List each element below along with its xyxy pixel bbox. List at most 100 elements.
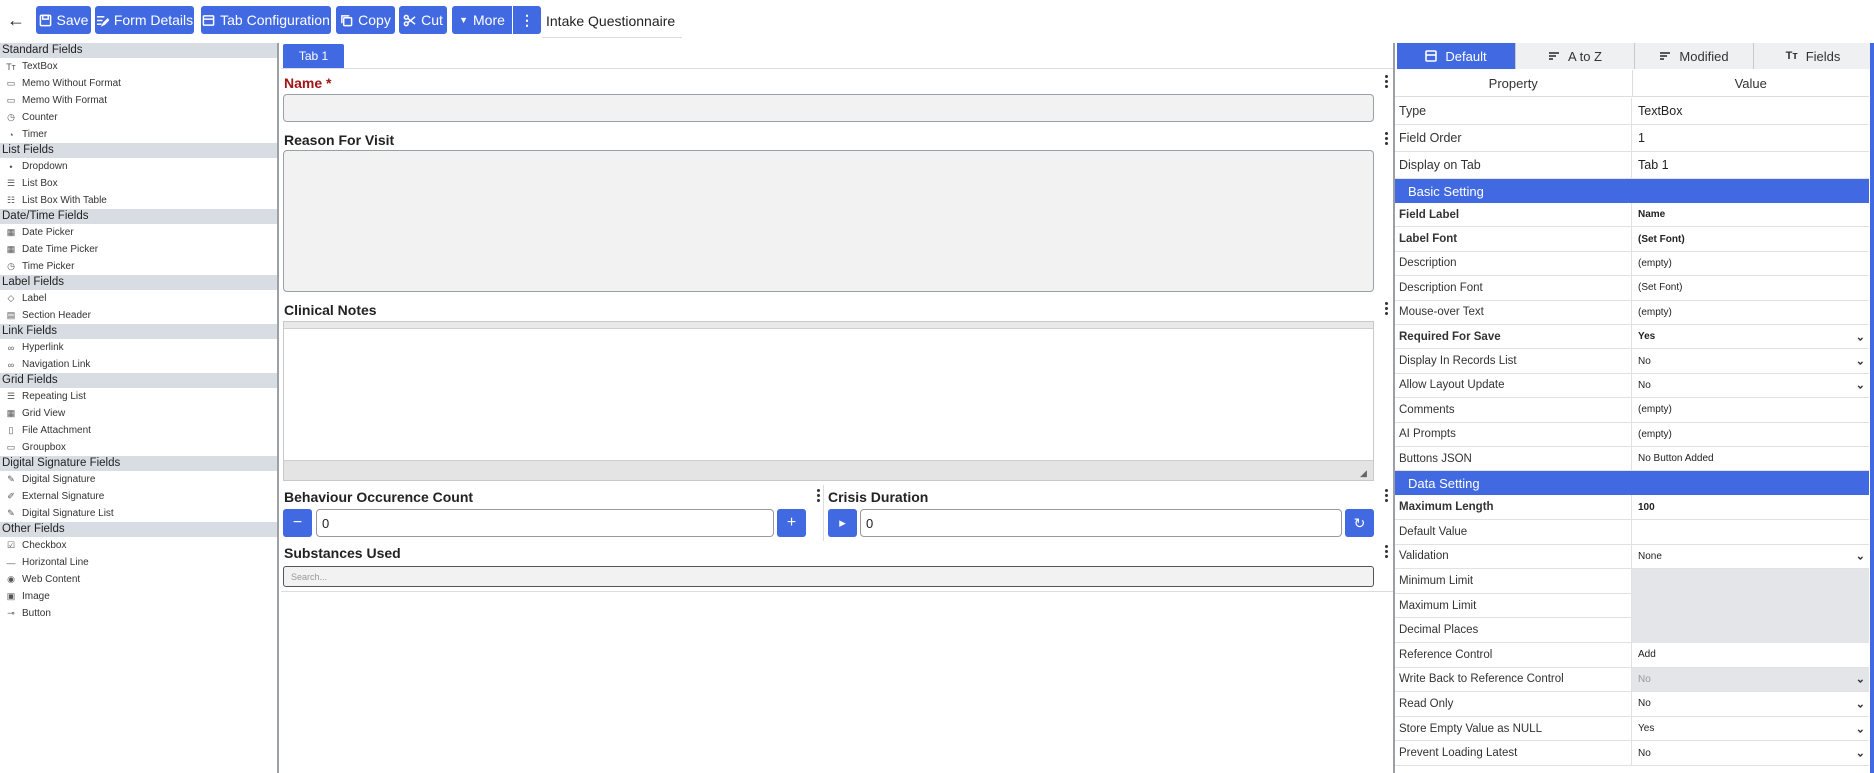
properties-scrollbar[interactable] bbox=[1870, 43, 1874, 773]
copy-button[interactable]: Copy bbox=[336, 6, 395, 34]
substances-field-menu-icon[interactable] bbox=[1381, 542, 1391, 560]
property-value-buttons-json[interactable]: No Button Added bbox=[1632, 447, 1869, 470]
palette-item-image[interactable]: ▣ Image bbox=[0, 588, 277, 605]
property-value-display-in-records-list[interactable]: No ⌄ bbox=[1632, 349, 1869, 372]
tab-default-label: Default bbox=[1445, 48, 1487, 64]
property-name: Mouse-over Text bbox=[1395, 300, 1632, 324]
palette-item-grid-view[interactable]: ▦ Grid View bbox=[0, 405, 277, 422]
property-value-label-font[interactable]: (Set Font) bbox=[1632, 227, 1869, 250]
property-value-description[interactable]: (empty) bbox=[1632, 252, 1869, 275]
reason-memo[interactable] bbox=[283, 150, 1374, 292]
notes-rich-editor[interactable]: ◢ bbox=[283, 321, 1374, 481]
notes-field-menu-icon[interactable] bbox=[1381, 299, 1391, 317]
palette-item-digital-signature-list[interactable]: ✎ Digital Signature List bbox=[0, 505, 277, 522]
property-value-text: Yes bbox=[1638, 331, 1656, 343]
palette-item-web-content[interactable]: ◉ Web Content bbox=[0, 571, 277, 588]
property-value-comments[interactable]: (empty) bbox=[1632, 398, 1869, 421]
chevron-down-icon[interactable]: ⌄ bbox=[1856, 747, 1865, 760]
palette-item-repeating-list[interactable]: ☰ Repeating List bbox=[0, 388, 277, 405]
behaviour-count-input[interactable]: 0 bbox=[316, 509, 774, 537]
behaviour-field-menu-icon[interactable] bbox=[813, 486, 823, 504]
palette-item-groupbox[interactable]: ▭ Groupbox bbox=[0, 439, 277, 456]
cut-button[interactable]: Cut bbox=[399, 6, 447, 34]
form-details-button[interactable]: Form Details bbox=[95, 6, 194, 34]
palette-item-section-header[interactable]: ▤ Section Header bbox=[0, 307, 277, 324]
save-button[interactable]: Save bbox=[36, 6, 91, 34]
tab-modified[interactable]: Modified bbox=[1635, 43, 1754, 69]
palette-item-timer[interactable]: ◔ Timer bbox=[0, 126, 277, 143]
section-basic-setting[interactable]: Basic Setting bbox=[1395, 179, 1869, 203]
palette-item-counter[interactable]: ◷ Counter bbox=[0, 109, 277, 126]
property-value-display-on-tab[interactable]: Tab 1 bbox=[1632, 152, 1869, 178]
chevron-down-icon[interactable]: ⌄ bbox=[1856, 330, 1865, 343]
property-row-field-label: Field Label Name bbox=[1395, 203, 1869, 228]
property-value-read-only[interactable]: No ⌄ bbox=[1632, 692, 1869, 716]
property-value-reference-control[interactable]: Add bbox=[1632, 643, 1869, 667]
chevron-down-icon[interactable]: ⌄ bbox=[1856, 722, 1865, 735]
palette-item-date-time-picker[interactable]: ▦ Date Time Picker bbox=[0, 241, 277, 258]
chevron-down-icon[interactable]: ⌄ bbox=[1856, 379, 1865, 392]
palette-item-label[interactable]: ◇ Label bbox=[0, 290, 277, 307]
tab-1[interactable]: Tab 1 bbox=[283, 44, 344, 68]
crisis-duration-input[interactable]: 0 bbox=[860, 509, 1342, 537]
arrow-left-icon[interactable]: ← bbox=[4, 6, 28, 34]
crisis-field-menu-icon[interactable] bbox=[1381, 486, 1391, 504]
timer-reset-button[interactable]: ↻ bbox=[1345, 509, 1374, 537]
tab-a-to-z[interactable]: A to Z bbox=[1516, 43, 1635, 69]
more-options-button[interactable]: ⋮ bbox=[513, 6, 541, 34]
timer-start-button[interactable]: ▸ bbox=[828, 509, 857, 537]
resize-handle-icon[interactable]: ◢ bbox=[1360, 468, 1370, 478]
chevron-down-icon[interactable]: ⌄ bbox=[1856, 550, 1865, 563]
property-value-field-label[interactable]: Name bbox=[1632, 203, 1869, 226]
property-value-mouse-over-text[interactable]: (empty) bbox=[1632, 301, 1869, 324]
palette-item-date-picker[interactable]: ▦ Date Picker bbox=[0, 224, 277, 241]
chevron-down-icon[interactable]: ⌄ bbox=[1856, 673, 1865, 686]
palette-item-external-signature[interactable]: ✐ External Signature bbox=[0, 488, 277, 505]
increment-button[interactable]: + bbox=[777, 509, 806, 537]
palette-item-list-box-with-table[interactable]: ☷ List Box With Table bbox=[0, 192, 277, 209]
form-designer-app: { "toolbar": { "back_icon": "arrow-left-… bbox=[0, 0, 1874, 773]
property-value-default-value[interactable] bbox=[1632, 520, 1869, 544]
palette-item-textbox[interactable]: Tт TextBox bbox=[0, 58, 277, 75]
palette-item-time-picker[interactable]: ◷ Time Picker bbox=[0, 258, 277, 275]
palette-item-label: TextBox bbox=[22, 61, 58, 72]
palette-item-navigation-link[interactable]: ∞ Navigation Link bbox=[0, 356, 277, 373]
reason-field-menu-icon[interactable] bbox=[1381, 129, 1391, 147]
property-value-ai-prompts[interactable]: (empty) bbox=[1632, 423, 1869, 446]
more-button[interactable]: ▼ More bbox=[452, 6, 512, 34]
palette-item-digital-signature[interactable]: ✎ Digital Signature bbox=[0, 471, 277, 488]
palette-item-horizontal-line[interactable]: — Horizontal Line bbox=[0, 554, 277, 571]
property-value-description-font[interactable]: (Set Font) bbox=[1632, 276, 1869, 299]
property-value-maximum-length[interactable]: 100 bbox=[1632, 495, 1869, 519]
palette-item-hyperlink[interactable]: ∞ Hyperlink bbox=[0, 339, 277, 356]
palette-item-memo-with-format[interactable]: ▭ Memo With Format bbox=[0, 92, 277, 109]
property-value-validation[interactable]: None ⌄ bbox=[1632, 545, 1869, 569]
palette-item-checkbox[interactable]: ☑ Checkbox bbox=[0, 537, 277, 554]
substances-search-input[interactable]: Search... bbox=[283, 566, 1374, 587]
property-value-store-empty-value-as-null[interactable]: Yes ⌄ bbox=[1632, 717, 1869, 741]
property-value-required-for-save[interactable]: Yes ⌄ bbox=[1632, 325, 1869, 348]
property-value-field-order[interactable]: 1 bbox=[1632, 125, 1869, 151]
palette-item-button[interactable]: ⊸ Button bbox=[0, 605, 277, 622]
tab-default[interactable]: Default bbox=[1397, 43, 1516, 69]
property-name: Prevent Loading Latest bbox=[1395, 741, 1632, 765]
palette-item-label: List Box With Table bbox=[22, 195, 107, 206]
property-value-text: Add bbox=[1638, 649, 1656, 661]
palette-item-memo-without-format[interactable]: ▭ Memo Without Format bbox=[0, 75, 277, 92]
palette-item-list-box[interactable]: ☰ List Box bbox=[0, 175, 277, 192]
palette-item-dropdown[interactable]: • Dropdown bbox=[0, 158, 277, 175]
palette-item-file-attachment[interactable]: ▯ File Attachment bbox=[0, 422, 277, 439]
section-data-setting[interactable]: Data Setting bbox=[1395, 471, 1869, 496]
tab-fields[interactable]: Tт Fields bbox=[1754, 43, 1873, 69]
textbox-icon: Tт bbox=[6, 61, 16, 72]
property-value-type[interactable]: TextBox bbox=[1632, 98, 1869, 124]
property-value-prevent-loading-latest[interactable]: No ⌄ bbox=[1632, 741, 1869, 765]
decrement-button[interactable]: − bbox=[283, 509, 312, 537]
name-field-menu-icon[interactable] bbox=[1381, 72, 1391, 90]
property-value-allow-layout-update[interactable]: No ⌄ bbox=[1632, 374, 1869, 397]
tab-configuration-button[interactable]: Tab Configuration bbox=[201, 6, 331, 34]
chevron-down-icon[interactable]: ⌄ bbox=[1856, 355, 1865, 368]
property-value-write-back-to-reference-control[interactable]: No ⌄ bbox=[1632, 667, 1869, 692]
chevron-down-icon[interactable]: ⌄ bbox=[1856, 697, 1865, 710]
name-input[interactable] bbox=[283, 94, 1374, 122]
